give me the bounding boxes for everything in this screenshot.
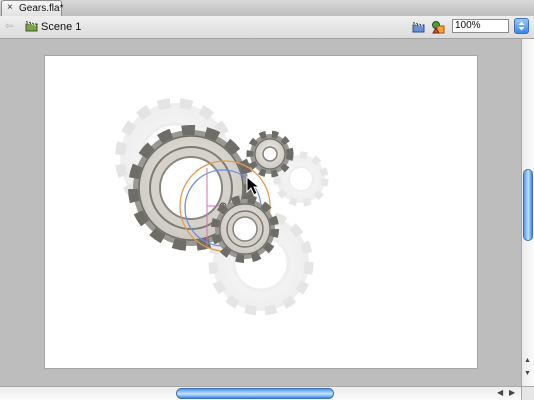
back-arrow-icon[interactable]: ⇦ — [5, 21, 13, 32]
close-icon[interactable]: × — [7, 2, 13, 13]
zoom-dropdown-icon — [518, 21, 525, 31]
scroll-right-arrow-icon[interactable]: ▶ — [509, 388, 515, 397]
document-tab-bar: × Gears.fla* — [0, 0, 534, 17]
gears-artwork — [115, 98, 329, 316]
scroll-down-arrow-icon[interactable]: ▼ — [524, 370, 531, 377]
edit-scene-icon[interactable] — [412, 20, 425, 33]
vertical-scroll-thumb[interactable] — [523, 169, 533, 241]
document-tab[interactable]: × Gears.fla* — [1, 0, 64, 16]
vertical-scrollbar[interactable]: ▲ ▼ — [521, 39, 534, 386]
scroll-left-arrow-icon[interactable]: ◀ — [497, 388, 503, 397]
gear-small[interactable] — [246, 130, 294, 178]
zoom-input[interactable]: 100% — [452, 19, 509, 33]
document-title: Gears.fla* — [19, 3, 64, 14]
scroll-up-arrow-icon[interactable]: ▲ — [524, 357, 531, 364]
zoom-dropdown-button[interactable] — [514, 18, 529, 34]
stage[interactable] — [44, 55, 478, 369]
horizontal-scrollbar[interactable]: ◀ ▶ — [0, 386, 521, 400]
gear-medium[interactable] — [211, 195, 279, 263]
scrollbar-corner — [521, 386, 534, 400]
scene-clapper-icon — [25, 21, 38, 32]
edit-symbol-icon[interactable] — [431, 19, 445, 34]
edit-bar: ⇦ Scene 1 100% — [0, 16, 534, 39]
scene-label[interactable]: Scene 1 — [41, 21, 81, 33]
horizontal-scroll-thumb[interactable] — [176, 388, 334, 399]
